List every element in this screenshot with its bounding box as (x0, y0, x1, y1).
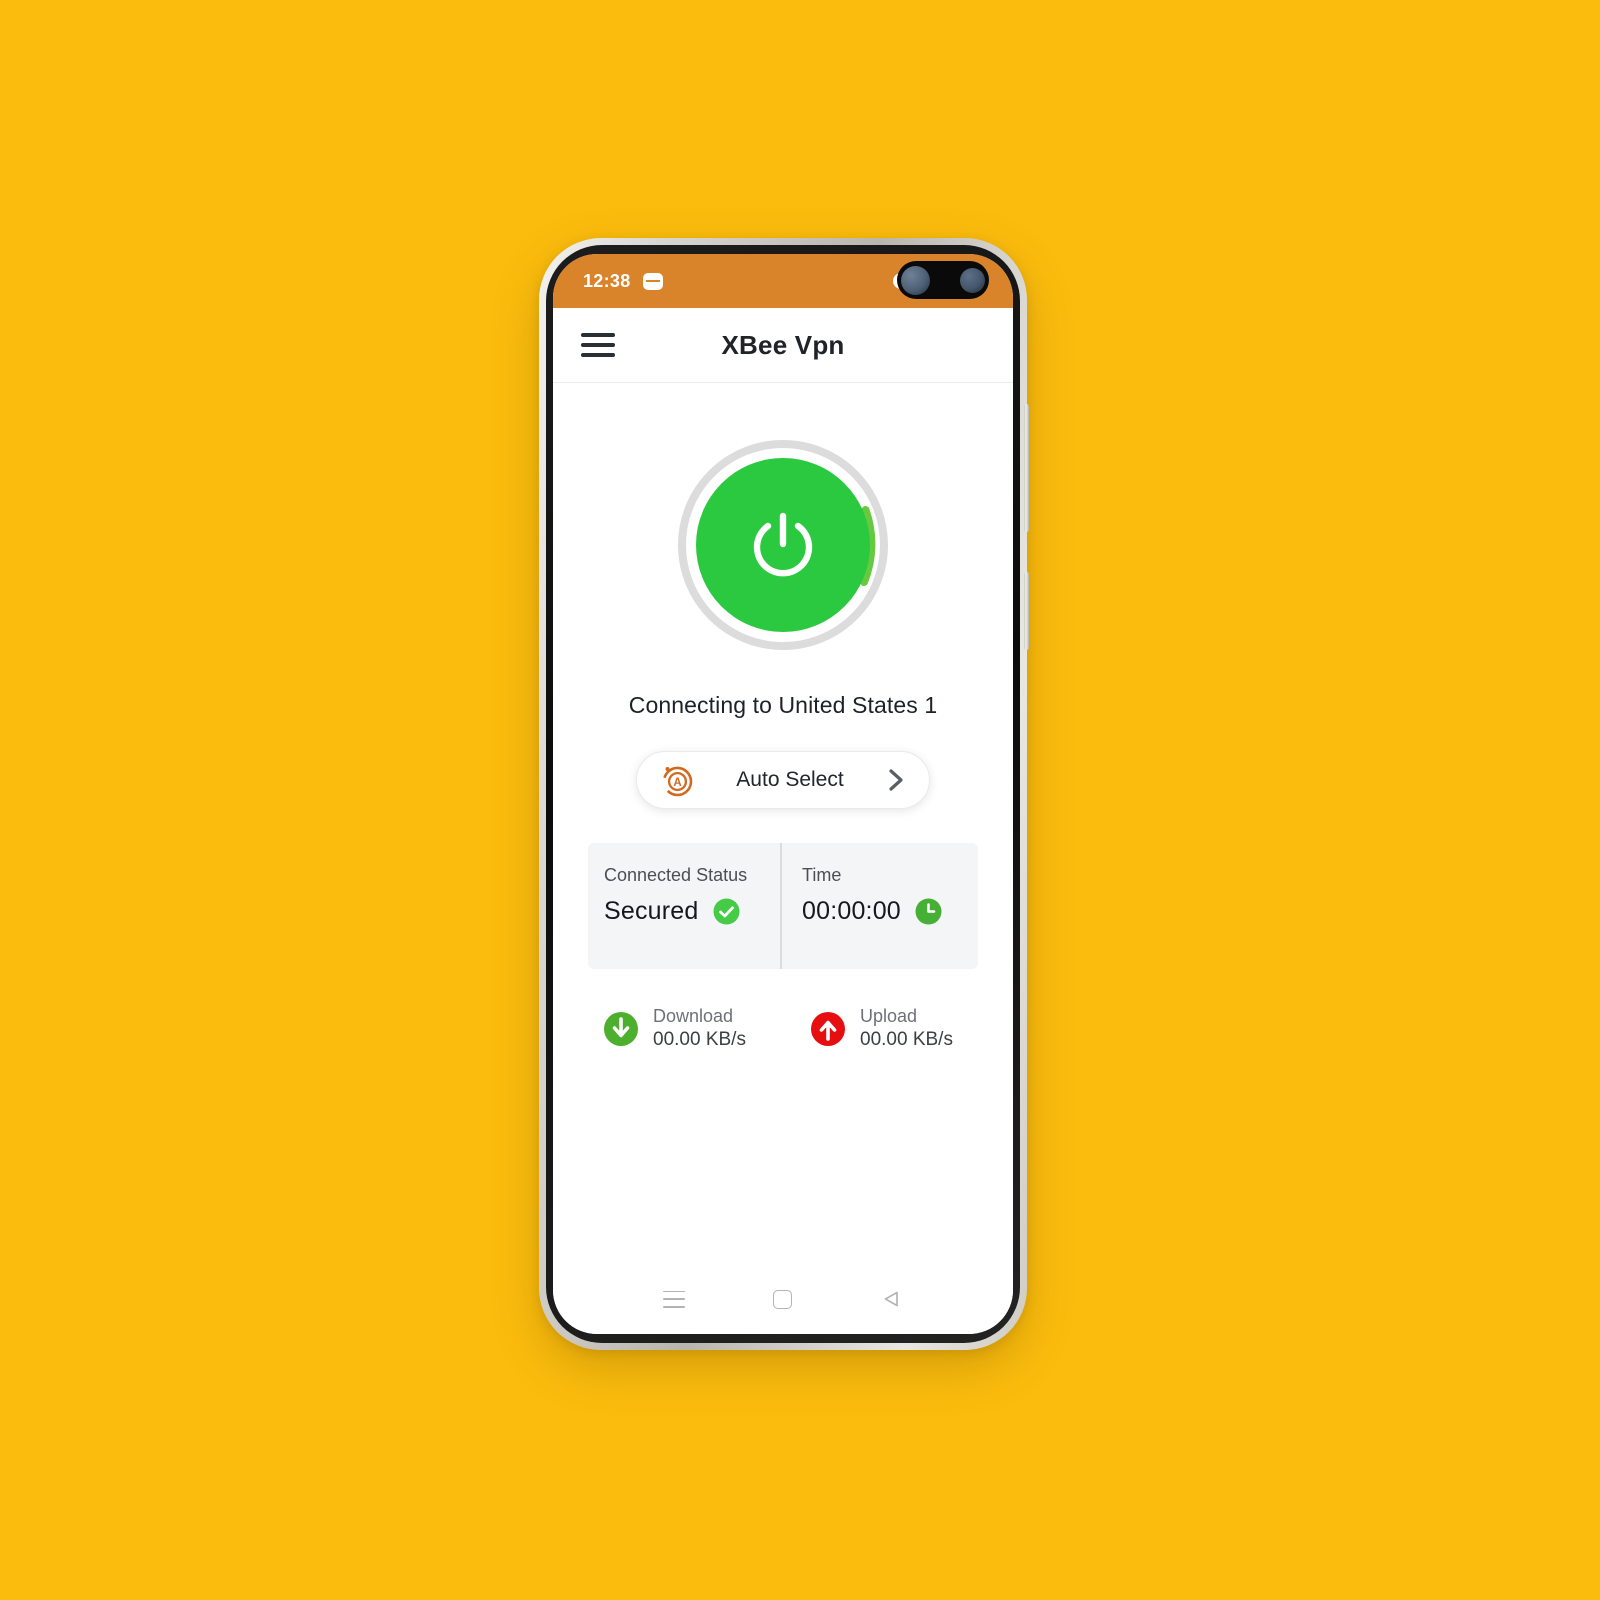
stat-value-row: 00:00:00 (802, 897, 978, 926)
back-triangle-icon (884, 1291, 899, 1307)
stat-label: Time (802, 865, 842, 885)
phone-device: 12:38 3.00 KB/S (539, 238, 1029, 1350)
power-icon (753, 512, 813, 577)
upload-speed-texts: Upload 00.00 KB/s (860, 1005, 953, 1052)
status-bar: 12:38 3.00 KB/S (553, 254, 1013, 308)
recents-line (662, 1298, 685, 1300)
upload-speed-item: Upload 00.00 KB/s (771, 1005, 978, 1052)
stat-connected-status: Connected Status Secured (588, 843, 780, 969)
speed-label: Upload (860, 1006, 918, 1026)
status-bar-left: 12:38 (583, 271, 663, 292)
download-arrow-icon (604, 1011, 638, 1046)
hamburger-line (581, 353, 615, 357)
connection-stats-card: Connected Status Secured Time 00:00:00 (588, 843, 978, 969)
server-selector-button[interactable]: A Auto Select (636, 751, 930, 809)
camera-lens-secondary (960, 267, 985, 293)
recents-button[interactable] (657, 1282, 691, 1316)
hamburger-line (581, 343, 615, 347)
home-button[interactable] (766, 1282, 800, 1316)
stat-time: Time 00:00:00 (780, 843, 978, 969)
upload-arrow-icon (811, 1011, 845, 1046)
recents-line (662, 1305, 685, 1308)
stat-value-row: Secured (604, 897, 780, 926)
speed-value: 00.00 KB/s (860, 1029, 953, 1051)
stat-value: Secured (604, 897, 699, 925)
stat-label: Connected Status (604, 865, 748, 885)
app-bar: XBee Vpn (553, 308, 1013, 383)
android-nav-bar (553, 1264, 1013, 1334)
recents-line (662, 1290, 685, 1293)
speed-label: Download (653, 1006, 734, 1026)
home-square-icon (773, 1289, 793, 1309)
download-speed-item: Download 00.00 KB/s (602, 1005, 771, 1052)
volume-button[interactable] (1024, 404, 1029, 532)
power-hardware-button[interactable] (1024, 572, 1029, 650)
download-speed-texts: Download 00.00 KB/s (653, 1005, 746, 1052)
recents-icon (662, 1290, 685, 1308)
chevron-right-icon (889, 769, 903, 791)
server-selector-label: Auto Select (736, 768, 844, 791)
clock-circle-icon (915, 898, 942, 925)
speed-indicators: Download 00.00 KB/s Upload 00.00 KB/s (588, 1005, 978, 1052)
svg-text:A: A (673, 777, 681, 789)
app-content: Connecting to United States 1 A Auto Sel… (553, 383, 1013, 1264)
stat-value: 00:00:00 (802, 897, 901, 925)
back-button[interactable] (875, 1282, 909, 1316)
camera-cutout (897, 261, 989, 299)
connection-status-text: Connecting to United States 1 (628, 692, 938, 718)
hamburger-menu-icon[interactable] (581, 333, 615, 357)
status-bar-clock: 12:38 (583, 270, 631, 291)
vpn-power-button[interactable] (678, 440, 888, 650)
auto-select-icon: A (662, 766, 693, 797)
screenshot-pill-icon (642, 272, 663, 290)
camera-lens-main (901, 265, 930, 295)
power-button-core[interactable] (696, 458, 870, 632)
phone-screen: 12:38 3.00 KB/S (553, 254, 1013, 1334)
check-circle-icon (713, 898, 740, 925)
speed-value: 00.00 KB/s (653, 1029, 746, 1051)
app-title: XBee Vpn (721, 329, 845, 360)
hamburger-line (581, 333, 615, 337)
